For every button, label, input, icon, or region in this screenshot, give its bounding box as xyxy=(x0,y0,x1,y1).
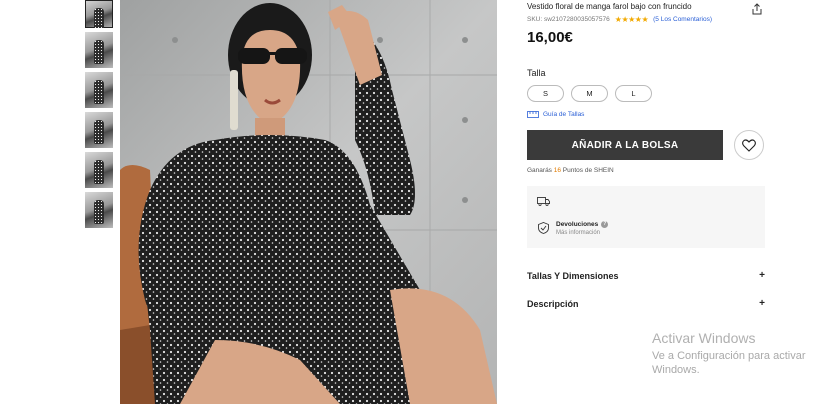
reviews-link[interactable]: (5 Los Comentarios) xyxy=(653,16,712,23)
thumbnail-4[interactable] xyxy=(85,112,113,148)
thumbnail-6[interactable] xyxy=(85,192,113,228)
thumbnail-strip xyxy=(85,0,113,232)
product-price: 16,00€ xyxy=(527,29,573,46)
points-info: Ganarás 16 Puntos de SHEIN xyxy=(527,167,765,174)
shipping-info-box: Devoluciones ? Más información xyxy=(527,186,765,248)
points-suffix: Puntos de SHEIN xyxy=(562,167,614,174)
size-option-m[interactable]: M xyxy=(571,85,608,102)
size-options: S M L xyxy=(527,85,765,102)
sku-row: SKU: sw2107280035057576 ★★★★★ (5 Los Com… xyxy=(527,15,765,24)
accordion-sizes-dimensions[interactable]: Tallas Y Dimensiones + xyxy=(527,270,765,281)
thumbnail-1[interactable] xyxy=(85,0,113,28)
ruler-icon xyxy=(527,111,539,118)
accordion-sizes-label: Tallas Y Dimensiones xyxy=(527,270,619,281)
size-option-l[interactable]: L xyxy=(615,85,652,102)
cart-row: AÑADIR A LA BOLSA xyxy=(527,130,765,160)
model-photo xyxy=(120,0,497,404)
watermark-line-2: Ve a Configuración para activar xyxy=(652,350,806,362)
returns-title-text: Devoluciones xyxy=(556,221,599,228)
product-title: Vestido floral de manga farol bajo con f… xyxy=(527,2,692,11)
size-label: Talla xyxy=(527,68,546,78)
accordion-description[interactable]: Descripción + xyxy=(527,298,765,309)
size-guide-link[interactable]: Guía de Tallas xyxy=(527,111,765,118)
wishlist-button[interactable] xyxy=(734,130,764,160)
heart-icon xyxy=(742,138,756,152)
watermark-line-1: Activar Windows xyxy=(652,330,756,346)
size-guide-label: Guía de Tallas xyxy=(543,111,585,118)
returns-more-link[interactable]: Más información xyxy=(556,230,600,236)
size-option-s[interactable]: S xyxy=(527,85,564,102)
thumbnail-3[interactable] xyxy=(85,72,113,108)
accordion-description-label: Descripción xyxy=(527,298,579,309)
plus-icon: + xyxy=(759,298,765,309)
sku-text: SKU: sw2107280035057576 xyxy=(527,16,610,23)
help-icon[interactable]: ? xyxy=(601,221,609,228)
main-product-image[interactable] xyxy=(120,0,497,404)
watermark-line-3: Windows. xyxy=(652,364,700,376)
truck-icon xyxy=(537,197,550,206)
add-to-bag-button[interactable]: AÑADIR A LA BOLSA xyxy=(527,130,723,160)
shield-icon xyxy=(538,222,549,234)
thumbnail-2[interactable] xyxy=(85,32,113,68)
plus-icon: + xyxy=(759,270,765,281)
rating-stars-icon: ★★★★★ xyxy=(614,15,649,24)
product-page: Vestido floral de manga farol bajo con f… xyxy=(0,0,825,404)
thumbnail-5[interactable] xyxy=(85,152,113,188)
points-prefix: Ganarás xyxy=(527,167,552,174)
windows-activation-watermark: Activar Windows Ve a Configuración para … xyxy=(652,330,805,376)
product-details-panel: Vestido floral de manga farol bajo con f… xyxy=(527,0,765,309)
points-number: 16 xyxy=(553,167,561,174)
returns-title: Devoluciones ? xyxy=(556,221,609,228)
share-icon[interactable] xyxy=(751,2,763,15)
